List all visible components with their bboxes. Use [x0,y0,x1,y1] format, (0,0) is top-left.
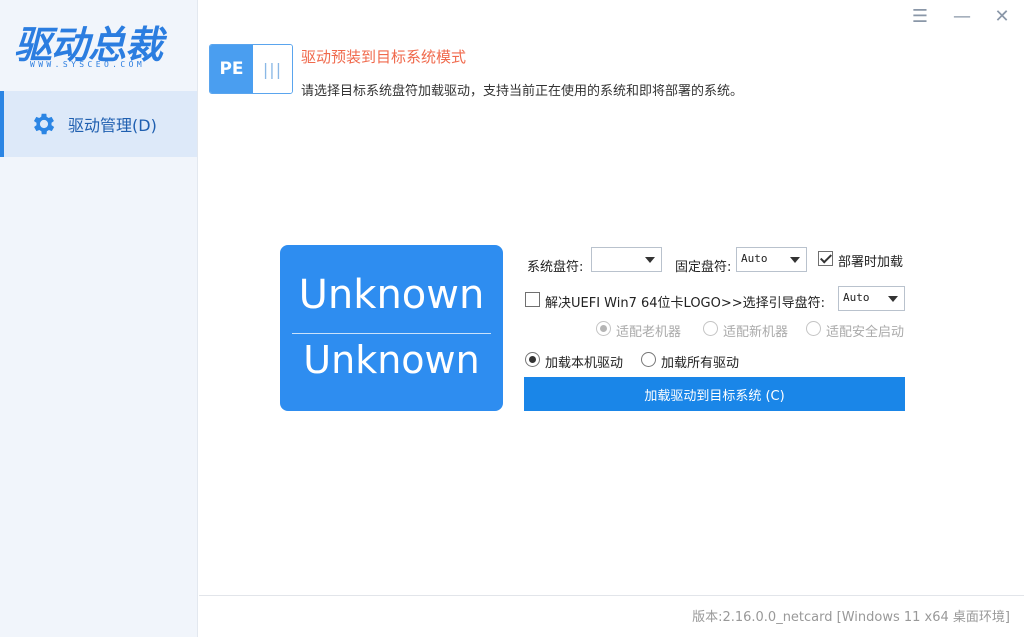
radio-new-machine-label: 适配新机器 [723,325,789,340]
boot-drive-value: Auto [843,291,870,304]
os-arch-text: Unknown [303,338,480,382]
radio-secure-boot[interactable] [806,321,821,336]
pe-mode-toggle[interactable]: PE ||| [209,44,293,94]
sidebar: 驱动总裁 WWW.SYSCEO.COM 驱动管理(D) [0,0,198,637]
os-name-text: Unknown [298,272,485,318]
radio-load-local[interactable] [525,352,540,367]
system-drive-select[interactable] [591,247,662,272]
chevron-down-icon [645,257,655,263]
fixed-drive-label: 固定盘符: [675,260,732,275]
logo-url: WWW.SYSCEO.COM [30,60,146,69]
radio-load-all-label: 加载所有驱动 [661,356,740,371]
radio-old-machine[interactable] [596,321,611,336]
radio-load-local-label: 加载本机驱动 [545,356,624,371]
app-logo: 驱动总裁 WWW.SYSCEO.COM [14,14,184,76]
load-on-deploy-checkbox[interactable] [818,251,833,266]
uefi-fix-checkbox[interactable] [525,292,540,307]
mode-title: 驱动预装到目标系统模式 [301,48,467,66]
sidebar-item-label: 驱动管理(D) [68,116,157,135]
boot-drive-select[interactable]: Auto [838,286,905,311]
system-drive-label: 系统盘符: [527,260,584,275]
version-text: 版本:2.16.0.0_netcard [Windows 11 x64 桌面环境… [692,610,1010,625]
radio-secure-boot-label: 适配安全启动 [826,325,905,340]
mode-description: 请选择目标系统盘符加载驱动，支持当前正在使用的系统和即将部署的系统。 [301,84,744,99]
chevron-down-icon [790,257,800,263]
footer-divider [199,595,1024,596]
chevron-down-icon [888,296,898,302]
gear-icon [33,113,55,135]
load-drivers-button[interactable]: 加载驱动到目标系统 (C) [524,377,905,411]
minimize-icon[interactable]: — [950,4,974,28]
fixed-drive-value: Auto [741,252,768,265]
load-on-deploy-label: 部署时加载 [838,255,904,270]
radio-old-machine-label: 适配老机器 [616,325,682,340]
menu-icon[interactable]: ☰ [908,4,932,28]
toggle-handle-icon: ||| [253,45,292,93]
pe-toggle-label: PE [210,45,253,93]
radio-new-machine[interactable] [703,321,718,336]
tile-divider [292,333,491,334]
uefi-fix-label: 解决UEFI Win7 64位卡LOGO>>选择引导盘符: [545,296,826,311]
close-icon[interactable]: ✕ [990,4,1014,28]
os-info-tile: Unknown Unknown [280,245,503,411]
fixed-drive-select[interactable]: Auto [736,247,807,272]
sidebar-item-driver-management[interactable]: 驱动管理(D) [0,91,197,157]
radio-load-all[interactable] [641,352,656,367]
